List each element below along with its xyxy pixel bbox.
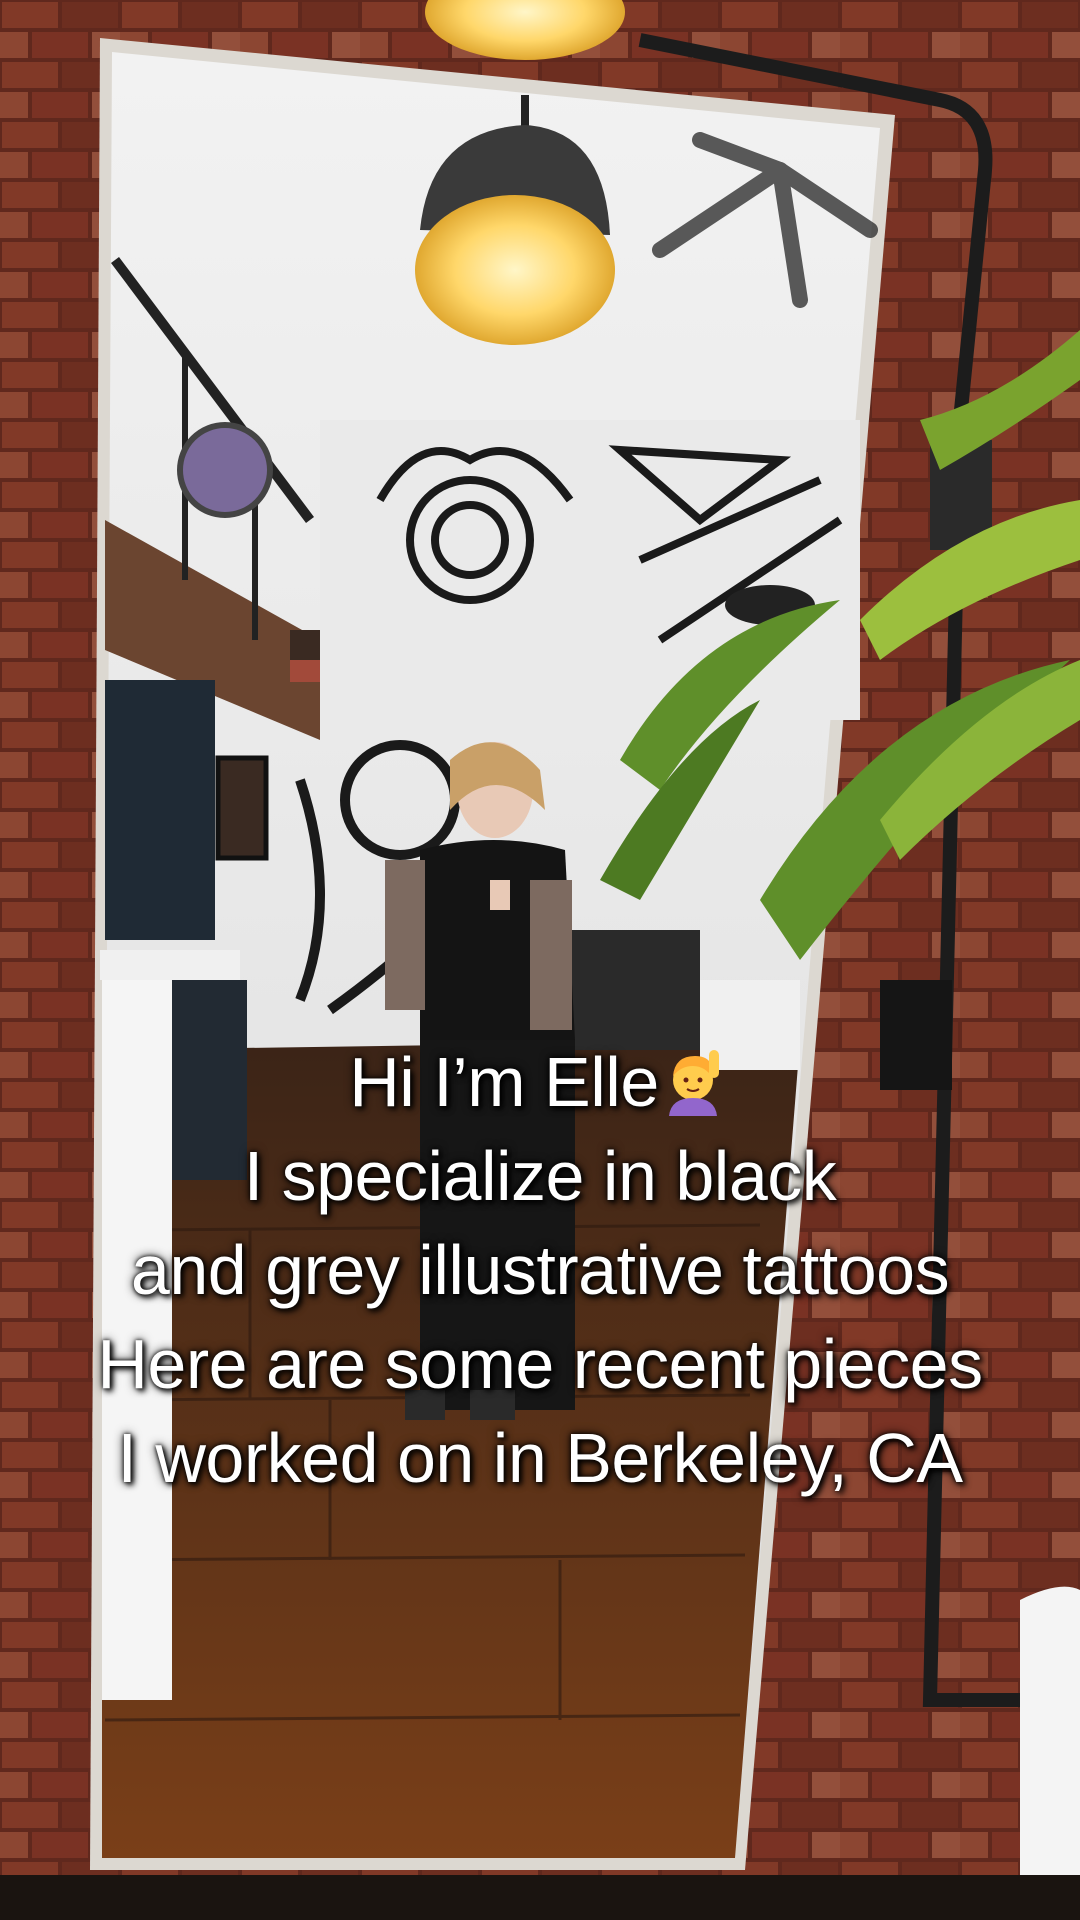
framed-picture bbox=[215, 755, 269, 861]
cabinet bbox=[105, 680, 215, 940]
wall-clock bbox=[177, 422, 273, 518]
caption-line-5: I worked on in Berkeley, CA bbox=[117, 1419, 963, 1497]
caption-line-4: Here are some recent pieces bbox=[97, 1325, 983, 1403]
desk bbox=[565, 930, 700, 1050]
caption-line-1: Hi I’m Elle bbox=[0, 1035, 1080, 1129]
caption-line-1-text: Hi I’m Elle bbox=[349, 1043, 659, 1121]
plant-pot bbox=[1020, 1586, 1080, 1920]
caption-overlay: Hi I’m Elle I specialize in black and gr… bbox=[0, 1035, 1080, 1505]
caption-line-3: and grey illustrative tattoos bbox=[130, 1231, 950, 1309]
caption-line-2: I specialize in black bbox=[243, 1137, 837, 1215]
raising-hand-emoji-icon bbox=[668, 1050, 719, 1116]
reflected-lamp-glow bbox=[415, 195, 615, 345]
mirror-selfie-photo bbox=[0, 0, 1080, 1920]
